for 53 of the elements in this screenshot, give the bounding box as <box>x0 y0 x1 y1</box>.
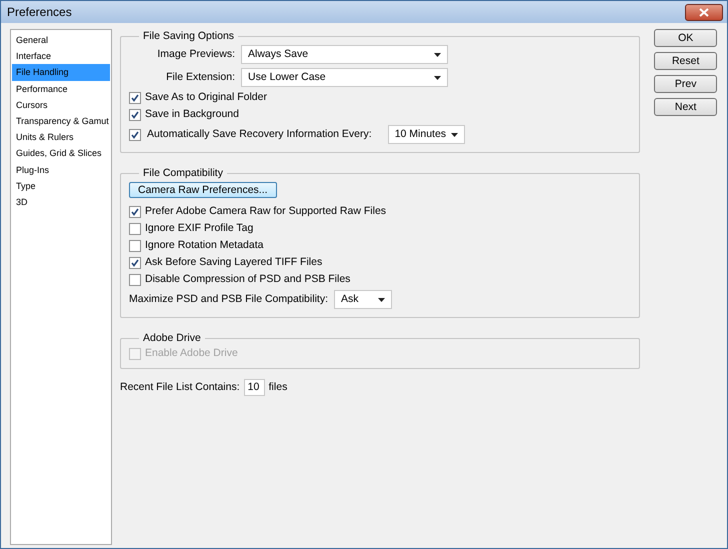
window-title: Preferences <box>7 4 72 21</box>
sidebar-item[interactable]: Plug-Ins <box>12 162 110 178</box>
checkbox-label: Disable Compression of PSD and PSB Files <box>145 272 350 287</box>
dialog-button[interactable]: OK <box>654 29 717 47</box>
checkbox[interactable] <box>129 240 141 252</box>
dropdown-arrow-icon <box>378 298 385 302</box>
dropdown-arrow-icon <box>434 76 441 80</box>
checkbox-label: Ignore EXIF Profile Tag <box>145 220 254 236</box>
dropdown[interactable]: Ask <box>334 290 392 309</box>
sidebar-item[interactable]: Type <box>12 178 110 194</box>
dialog-button[interactable]: Next <box>654 98 717 116</box>
unit-label: files <box>268 380 288 395</box>
group-title: File Compatibility <box>142 166 224 180</box>
sidebar-item[interactable]: Performance <box>12 80 110 97</box>
checkbox-label: Save in Background <box>145 106 239 122</box>
sidebar-item[interactable]: General <box>12 32 110 48</box>
group-title: Adobe Drive <box>142 331 202 345</box>
checkbox[interactable] <box>129 128 141 140</box>
sidebar-item[interactable]: Interface <box>12 48 110 64</box>
field-label: Maximize PSD and PSB File Compatibility: <box>129 292 328 307</box>
group-title: File Saving Options <box>142 29 236 43</box>
field-label: Image Previews: <box>156 46 235 62</box>
sidebar-item[interactable]: Units & Rulers <box>12 129 110 146</box>
number-field[interactable]: 10 <box>244 379 265 396</box>
dialog-button[interactable]: Reset <box>654 52 717 70</box>
checkbox-label: Ask Before Saving Layered TIFF Files <box>145 254 322 270</box>
field-label: Recent File List Contains: <box>120 380 240 395</box>
field-label: File Extension: <box>165 70 235 85</box>
checkbox-label: Save As to Original Folder <box>145 90 267 105</box>
sidebar-item[interactable]: Cursors <box>12 96 110 113</box>
checkbox[interactable] <box>129 256 141 268</box>
dropdown[interactable]: Always Save <box>241 45 448 64</box>
dropdown-arrow-icon <box>450 132 458 136</box>
checkbox[interactable] <box>129 274 141 286</box>
dropdown-arrow-icon <box>434 52 441 56</box>
checkbox-label: Automatically Save Recovery Information Every: <box>147 126 372 142</box>
checkbox[interactable] <box>129 222 141 234</box>
sidebar-item[interactable]: Guides, Grid & Slices <box>12 145 110 162</box>
sidebar-item[interactable]: Transparency & Gamut <box>12 112 110 130</box>
sidebar-item[interactable]: File Handling <box>12 64 110 81</box>
dropdown[interactable]: Use Lower Case <box>241 68 448 87</box>
close-button[interactable] <box>685 4 723 20</box>
checkbox-label: Ignore Rotation Metadata <box>145 238 264 253</box>
checkbox-label: Enable Adobe Drive <box>145 346 238 361</box>
camera-raw-button[interactable]: Camera Raw Preferences... <box>129 182 277 198</box>
checkbox-label: Prefer Adobe Camera Raw for Supported Raw Files <box>145 204 386 219</box>
sidebar-item[interactable]: 3D <box>12 194 110 210</box>
dialog-button[interactable]: Prev <box>654 75 717 93</box>
close-icon <box>699 8 709 16</box>
checkbox[interactable] <box>129 108 141 120</box>
checkbox[interactable] <box>129 92 141 104</box>
checkbox[interactable] <box>129 206 141 218</box>
dropdown[interactable]: 10 Minutes <box>388 125 465 144</box>
